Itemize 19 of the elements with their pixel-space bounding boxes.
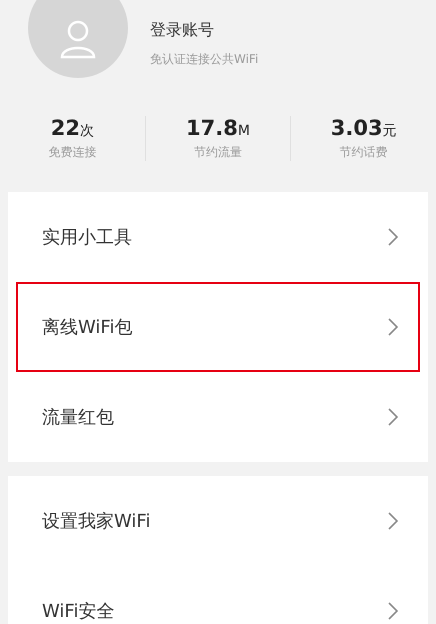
menu-item[interactable]: 设置我家WiFi [16, 476, 420, 566]
menu-item[interactable]: 流量红包 [16, 372, 420, 462]
user-icon [60, 19, 96, 59]
stat-label: 节约流量 [194, 144, 242, 160]
stat-value: 22次 [50, 116, 94, 140]
login-title[interactable]: 登录账号 [150, 20, 258, 41]
menu-item[interactable]: 离线WiFi包 [16, 282, 420, 372]
menu-item[interactable]: 实用小工具 [16, 192, 420, 282]
chevron-icon [388, 318, 398, 336]
chevron-icon [388, 602, 398, 620]
stat-value: 3.03元 [330, 116, 397, 140]
chevron-icon [388, 408, 398, 426]
login-subtitle: 免认证连接公共WiFi [150, 51, 258, 68]
chevron-icon [388, 512, 398, 530]
menu-item[interactable]: WiFi安全 [16, 566, 420, 624]
stat-label: 节约话费 [340, 144, 388, 160]
stat-label: 免费连接 [48, 144, 96, 160]
chevron-icon [388, 228, 398, 246]
stat-value: 17.8M [186, 116, 250, 140]
